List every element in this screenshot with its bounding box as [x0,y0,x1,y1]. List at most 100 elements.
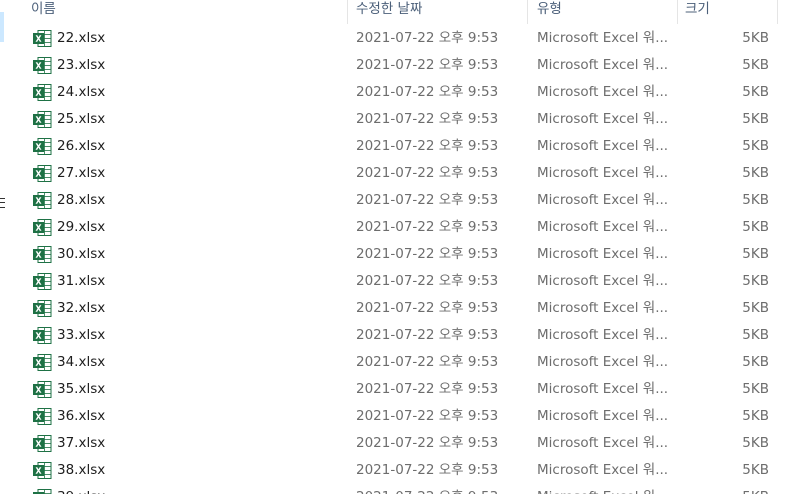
column-header-date-modified[interactable]: 수정한 날짜 [348,0,528,24]
excel-file-icon [32,299,52,318]
file-name[interactable]: 22.xlsx [57,25,105,52]
file-size: 5KB [742,57,769,73]
file-row[interactable]: 31.xlsx 2021-07-22 오후 9:53 Microsoft Exc… [0,268,786,295]
column-header-size[interactable]: 크기 [678,0,778,24]
file-type: Microsoft Excel 워... [537,435,669,451]
excel-file-icon [32,434,52,453]
file-type: Microsoft Excel 워... [537,30,669,46]
file-name[interactable]: 24.xlsx [57,79,105,106]
file-name[interactable]: 34.xlsx [57,349,105,376]
file-size: 5KB [742,435,769,451]
file-size: 5KB [742,246,769,262]
file-date-modified: 2021-07-22 오후 9:53 [356,300,499,316]
file-name[interactable]: 35.xlsx [57,376,105,403]
file-type: Microsoft Excel 워... [537,327,669,343]
file-type: Microsoft Excel 워... [537,84,669,100]
file-size: 5KB [690,484,769,494]
column-header-row: 이름 수정한 날짜 유형 크기 [0,0,786,24]
file-type: Microsoft Excel 워... [537,273,669,289]
file-row[interactable]: 30.xlsx 2021-07-22 오후 9:53 Microsoft Exc… [0,241,786,268]
file-row[interactable]: 22.xlsx 2021-07-22 오후 9:53 Microsoft Exc… [0,25,786,52]
file-type: Microsoft Excel 워... [537,381,669,397]
excel-file-icon [32,488,52,494]
excel-file-icon [32,164,52,183]
navigation-pane-selection[interactable] [0,12,4,42]
navigation-pane-marker [0,198,5,208]
file-type: Microsoft Excel 워... [537,300,669,316]
file-size: 5KB [742,462,769,478]
file-list: 22.xlsx 2021-07-22 오후 9:53 Microsoft Exc… [0,25,786,494]
file-date-modified: 2021-07-22 오후 9:53 [356,84,499,100]
excel-file-icon [32,380,52,399]
file-name[interactable]: 39.xlsx [57,484,105,494]
file-row[interactable]: 27.xlsx 2021-07-22 오후 9:53 Microsoft Exc… [0,160,786,187]
file-row[interactable]: 28.xlsx 2021-07-22 오후 9:53 Microsoft Exc… [0,187,786,214]
excel-file-icon [32,29,52,48]
excel-file-icon [32,191,52,210]
file-row[interactable]: 24.xlsx 2021-07-22 오후 9:53 Microsoft Exc… [0,79,786,106]
file-name[interactable]: 29.xlsx [57,214,105,241]
file-type: Microsoft Excel 워... [537,462,669,478]
file-date-modified: 2021-07-22 오후 9:53 [356,57,499,73]
file-type: Microsoft Excel 워... [537,57,669,73]
excel-file-icon [32,83,52,102]
file-date-modified: 2021-07-22 오후 9:53 [356,111,499,127]
excel-file-icon [32,461,52,480]
file-type: Microsoft Excel 워... [537,408,669,424]
file-row[interactable]: 35.xlsx 2021-07-22 오후 9:53 Microsoft Exc… [0,376,786,403]
file-row[interactable]: 37.xlsx 2021-07-22 오후 9:53 Microsoft Exc… [0,430,786,457]
file-row[interactable]: 25.xlsx 2021-07-22 오후 9:53 Microsoft Exc… [0,106,786,133]
file-size: 5KB [742,30,769,46]
excel-file-icon [32,272,52,291]
file-size: 5KB [742,408,769,424]
column-header-date-label: 수정한 날짜 [356,1,423,17]
file-name[interactable]: 37.xlsx [57,430,105,457]
excel-file-icon [32,218,52,237]
excel-file-icon [32,56,52,75]
column-header-type[interactable]: 유형 [528,0,678,24]
column-header-name-label: 이름 [31,1,56,17]
file-name[interactable]: 28.xlsx [57,187,105,214]
file-row[interactable]: 36.xlsx 2021-07-22 오후 9:53 Microsoft Exc… [0,403,786,430]
file-row[interactable]: 26.xlsx 2021-07-22 오후 9:53 Microsoft Exc… [0,133,786,160]
file-row[interactable]: 29.xlsx 2021-07-22 오후 9:53 Microsoft Exc… [0,214,786,241]
file-type: Microsoft Excel 워... [537,219,669,235]
file-date-modified: 2021-07-22 오후 9:53 [356,462,499,478]
file-date-modified: 2021-07-22 오후 9:53 [356,219,499,235]
file-size: 5KB [742,300,769,316]
file-name[interactable]: 31.xlsx [57,268,105,295]
file-date-modified: 2021-07-22 오후 9:53 [356,192,499,208]
file-size: 5KB [742,354,769,370]
file-type: Microsoft Excel 워... [537,165,669,181]
file-row[interactable]: 39.xlsx 2021-07-22 오후 9:53 Microsoft Exc… [0,484,786,494]
file-row[interactable]: 38.xlsx 2021-07-22 오후 9:53 Microsoft Exc… [0,457,786,484]
file-row[interactable]: 23.xlsx 2021-07-22 오후 9:53 Microsoft Exc… [0,52,786,79]
file-type: Microsoft Excel 워... [537,111,669,127]
file-size: 5KB [742,327,769,343]
file-name[interactable]: 33.xlsx [57,322,105,349]
column-header-size-label: 크기 [685,1,710,17]
file-date-modified: 2021-07-22 오후 9:53 [356,484,498,494]
column-divider[interactable] [777,0,778,24]
file-row[interactable]: 34.xlsx 2021-07-22 오후 9:53 Microsoft Exc… [0,349,786,376]
file-name[interactable]: 27.xlsx [57,160,105,187]
file-name[interactable]: 30.xlsx [57,241,105,268]
file-name[interactable]: 26.xlsx [57,133,105,160]
column-header-type-label: 유형 [537,1,562,17]
file-date-modified: 2021-07-22 오후 9:53 [356,408,499,424]
excel-file-icon [32,245,52,264]
file-name[interactable]: 36.xlsx [57,403,105,430]
file-row[interactable]: 33.xlsx 2021-07-22 오후 9:53 Microsoft Exc… [0,322,786,349]
file-name[interactable]: 38.xlsx [57,457,105,484]
file-row[interactable]: 32.xlsx 2021-07-22 오후 9:53 Microsoft Exc… [0,295,786,322]
file-name[interactable]: 23.xlsx [57,52,105,79]
excel-file-icon [32,137,52,156]
file-type: Microsoft Excel 워... [537,246,669,262]
file-name[interactable]: 32.xlsx [57,295,105,322]
column-header-name[interactable]: 이름 [24,0,348,24]
file-name[interactable]: 25.xlsx [57,106,105,133]
excel-file-icon [32,407,52,426]
file-date-modified: 2021-07-22 오후 9:53 [356,435,499,451]
file-size: 5KB [742,273,769,289]
file-date-modified: 2021-07-22 오후 9:53 [356,381,499,397]
